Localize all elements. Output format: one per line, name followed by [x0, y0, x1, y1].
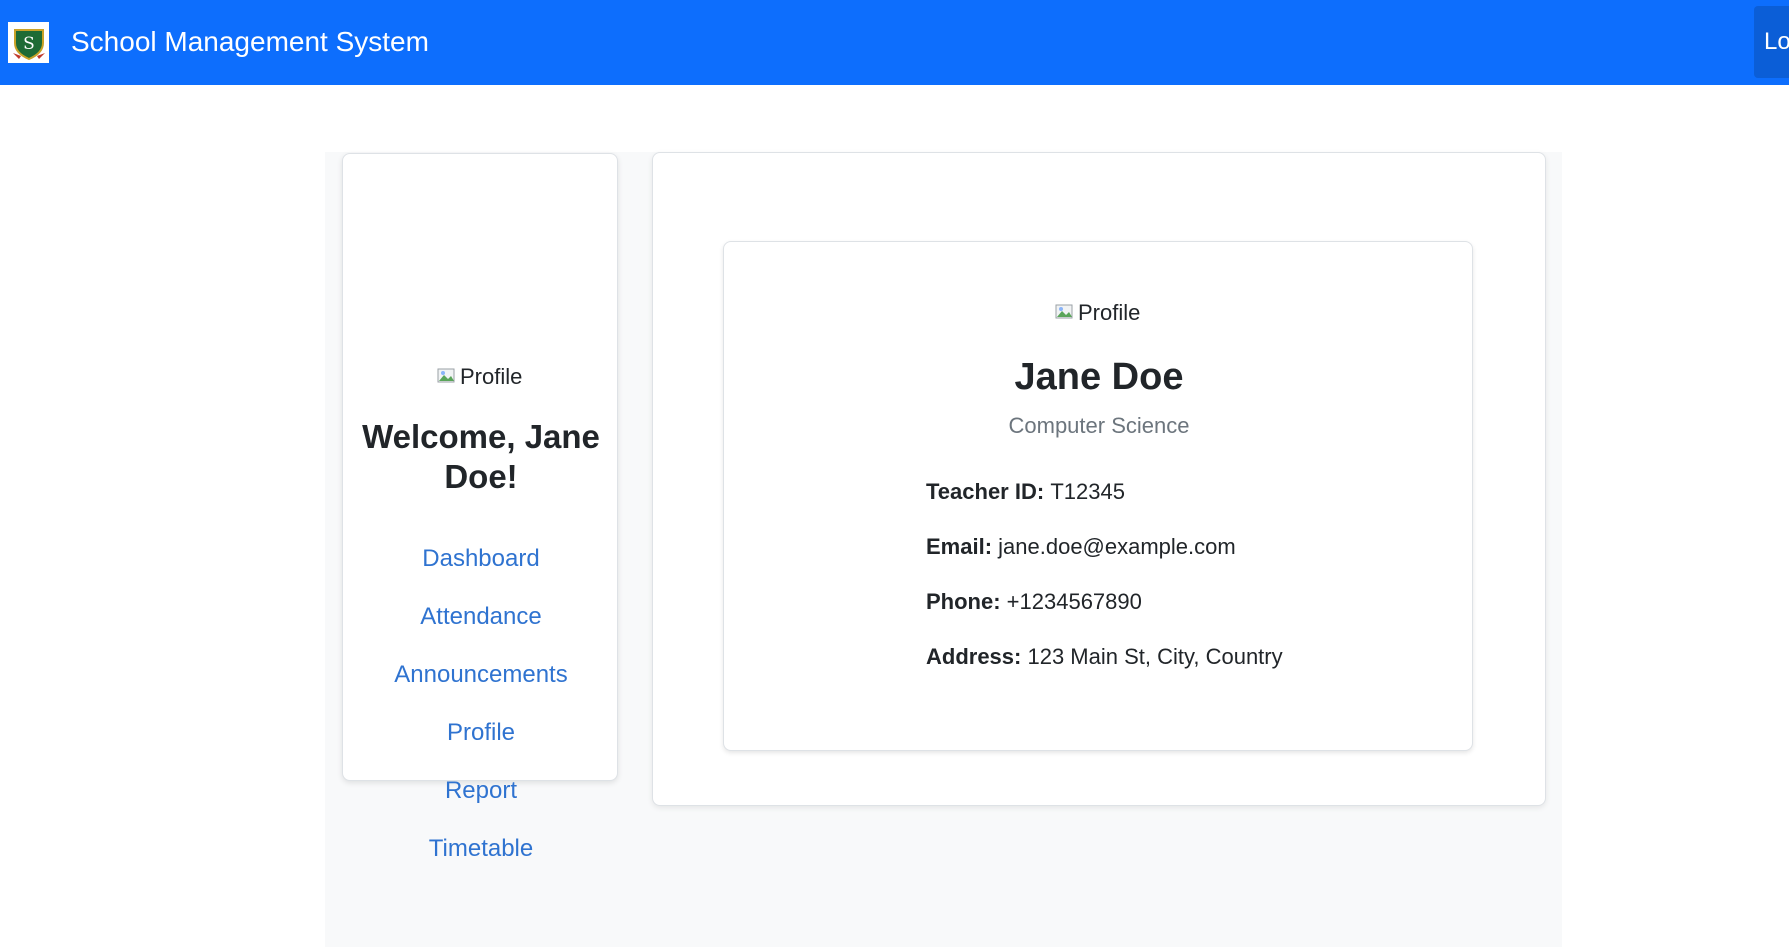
- sidebar-item-profile[interactable]: Profile: [447, 719, 515, 746]
- email-value: jane.doe@example.com: [998, 534, 1236, 559]
- address-value: 123 Main St, City, Country: [1027, 644, 1283, 669]
- sidebar-profile-alt: Profile: [460, 364, 523, 389]
- sidebar-profile-image: Profile: [437, 364, 522, 390]
- welcome-heading: Welcome, Jane Doe!: [362, 418, 600, 495]
- sidebar-item-timetable[interactable]: Timetable: [429, 835, 533, 862]
- detail-address: Address: 123 Main St, City, Country: [926, 642, 1283, 697]
- profile-card: Profile Jane Doe Computer Science Teache…: [723, 241, 1473, 751]
- profile-details: Teacher ID: T12345 Email: jane.doe@examp…: [926, 477, 1283, 697]
- profile-image: Profile: [1055, 300, 1140, 326]
- school-shield-logo-icon[interactable]: S: [8, 22, 49, 63]
- top-navbar: S School Management System Lo: [0, 0, 1789, 85]
- broken-image-icon: [1055, 302, 1077, 324]
- logo-letter: S: [23, 34, 35, 54]
- profile-department: Computer Science: [1008, 413, 1190, 438]
- broken-image-icon: [437, 366, 459, 388]
- detail-teacher-id: Teacher ID: T12345: [926, 477, 1283, 532]
- profile-image-alt: Profile: [1078, 300, 1141, 325]
- sidebar-item-attendance[interactable]: Attendance: [420, 603, 541, 630]
- teacher-id-label: Teacher ID:: [926, 479, 1051, 504]
- sidebar-item-announcements[interactable]: Announcements: [394, 661, 567, 688]
- teacher-id-value: T12345: [1050, 479, 1125, 504]
- profile-name: Jane Doe: [1014, 356, 1184, 398]
- sidebar: Profile Welcome, Jane Doe! Dashboard Att…: [342, 153, 618, 862]
- logout-button[interactable]: Lo: [1754, 6, 1789, 78]
- sidebar-item-dashboard[interactable]: Dashboard: [422, 545, 539, 572]
- detail-email: Email: jane.doe@example.com: [926, 532, 1283, 587]
- detail-phone: Phone: +1234567890: [926, 587, 1283, 642]
- app-title[interactable]: School Management System: [71, 24, 429, 60]
- phone-value: +1234567890: [1006, 589, 1142, 614]
- sidebar-item-report[interactable]: Report: [445, 777, 517, 804]
- address-label: Address:: [926, 644, 1028, 669]
- email-label: Email:: [926, 534, 999, 559]
- phone-label: Phone:: [926, 589, 1007, 614]
- sidebar-nav: Dashboard Attendance Announcements Profi…: [343, 542, 619, 890]
